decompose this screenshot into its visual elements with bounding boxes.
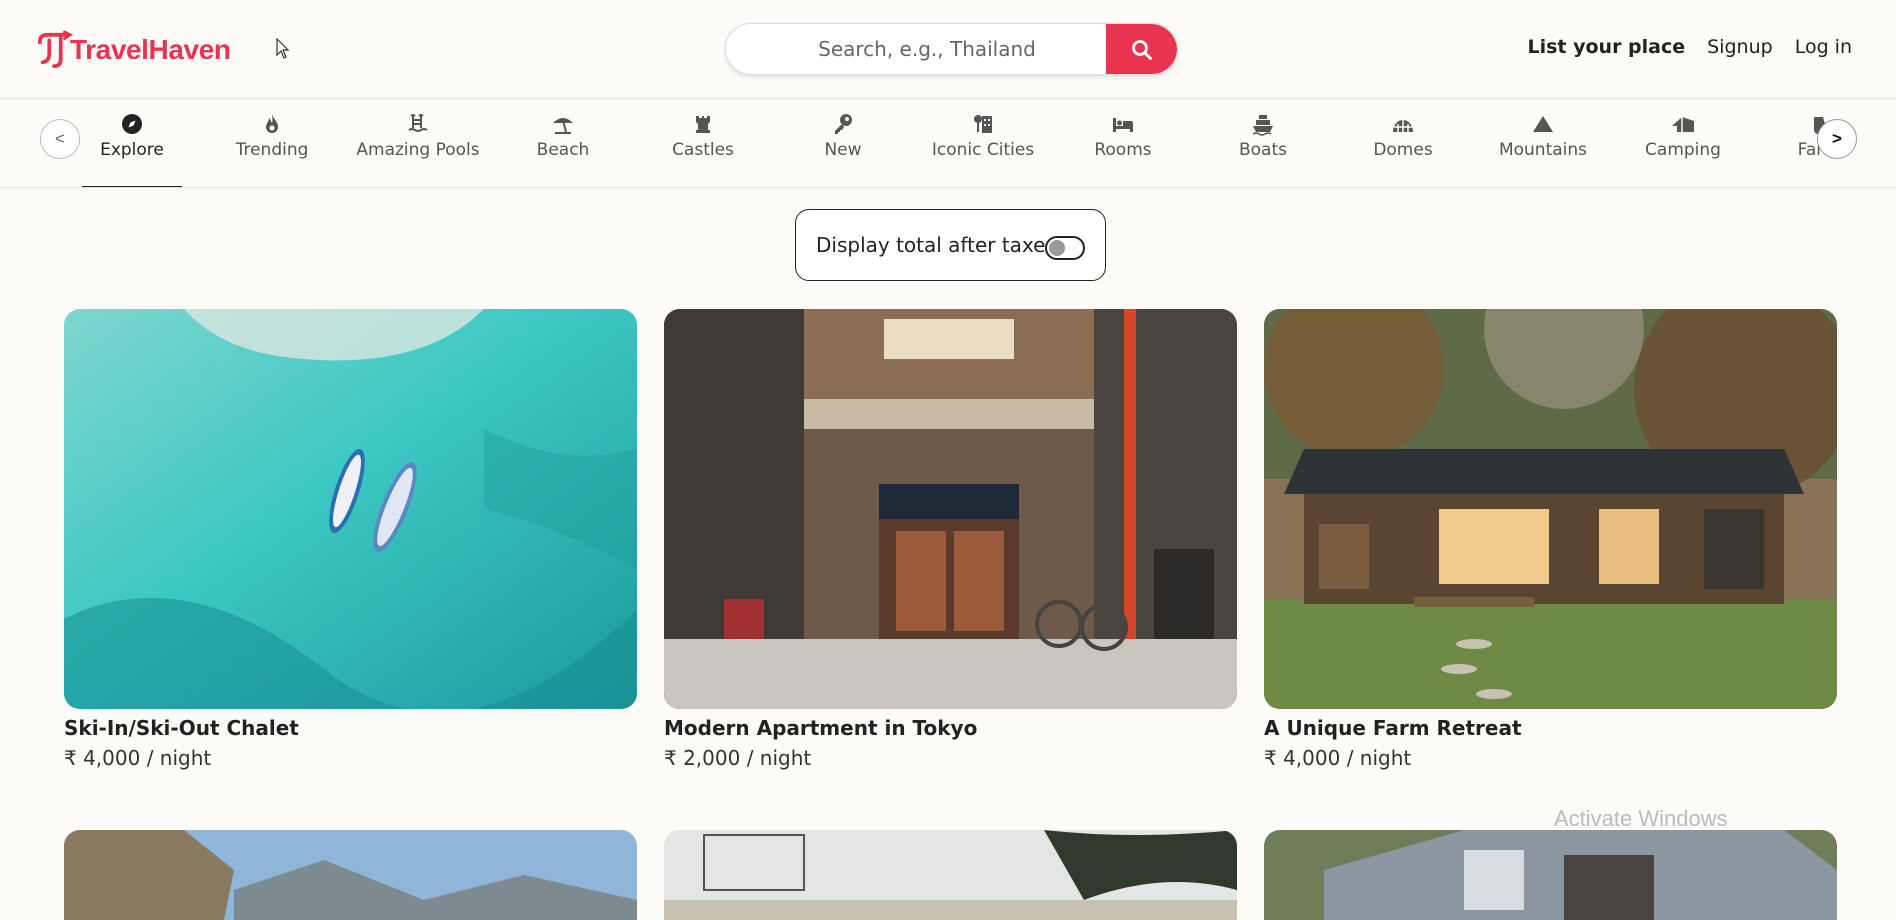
listing-card[interactable]: Modern Apartment in Tokyo ₹ 2,000 / nigh… [664, 309, 1237, 772]
category-explore[interactable]: Explore [62, 112, 202, 187]
listing-photo[interactable] [1264, 309, 1837, 709]
tax-toggle-box: Display total after taxes [795, 209, 1106, 281]
search-button[interactable] [1106, 24, 1177, 74]
beach-volleyball-photo [664, 830, 1237, 920]
listing-card[interactable]: Ski-In/Ski-Out Chalet ₹ 4,000 / night [64, 309, 637, 772]
ship-icon [1252, 115, 1273, 136]
category-trending[interactable]: Trending [202, 112, 342, 187]
pool-icon [408, 114, 428, 132]
windows-activation-watermark: Activate Windows [1554, 806, 1728, 831]
category-iconic-cities[interactable]: Iconic Cities [913, 112, 1053, 187]
flame-icon [266, 114, 278, 133]
mountain-lake-photo [64, 830, 637, 920]
city-icon [974, 115, 992, 133]
category-filter-bar: Explore Trending Amazing Pools Beach Cas… [0, 100, 1896, 188]
logo-mark-icon [37, 30, 74, 69]
category-boats[interactable]: Boats [1193, 112, 1333, 187]
key-icon [835, 114, 852, 134]
search-icon [1131, 40, 1152, 60]
listing-title: Modern Apartment in Tokyo [664, 716, 978, 740]
search-input[interactable] [726, 24, 1108, 74]
mouse-cursor-icon [276, 38, 290, 59]
listing-title: A Unique Farm Retreat [1264, 716, 1522, 740]
castle-icon [696, 116, 710, 133]
umbrella-icon [553, 118, 573, 134]
listing-photo[interactable] [64, 309, 637, 709]
listing-card[interactable] [664, 830, 1237, 920]
aerial-beach-photo [64, 309, 637, 709]
listing-photo[interactable] [664, 830, 1237, 920]
nav-links: List your place Signup Log in [1527, 36, 1852, 58]
villa-photo [1264, 830, 1837, 920]
listing-card[interactable] [64, 830, 637, 920]
category-mountains[interactable]: Mountains [1473, 112, 1613, 187]
tax-toggle-switch[interactable] [1045, 236, 1085, 260]
toggle-knob [1049, 240, 1065, 256]
signup-link[interactable]: Signup [1707, 36, 1773, 58]
category-castles[interactable]: Castles [633, 112, 773, 187]
search-bar [725, 23, 1178, 75]
category-beach[interactable]: Beach [493, 112, 633, 187]
category-rooms[interactable]: Rooms [1053, 112, 1193, 187]
category-new[interactable]: New [773, 112, 913, 187]
category-amazing-pools[interactable]: Amazing Pools [348, 112, 488, 187]
category-camping[interactable]: Camping [1613, 112, 1753, 187]
listing-price: ₹ 4,000 / night [64, 746, 212, 770]
mountain-icon [1533, 116, 1553, 132]
tent-icon [1672, 117, 1694, 132]
listing-price: ₹ 2,000 / night [664, 746, 812, 770]
login-link[interactable]: Log in [1795, 36, 1852, 58]
list-your-place-link[interactable]: List your place [1527, 36, 1685, 58]
listing-card[interactable] [1264, 830, 1837, 920]
brand-logo[interactable]: TravelHaven [36, 28, 231, 72]
farm-cabin-photo [1264, 309, 1837, 709]
bed-icon [1113, 118, 1133, 132]
category-domes[interactable]: Domes [1333, 112, 1473, 187]
dome-icon [1393, 120, 1413, 132]
categories-next-button[interactable]: > [1817, 119, 1857, 159]
brand-name: TravelHaven [70, 34, 231, 65]
top-navbar: TravelHaven List your place Signup Log i… [0, 0, 1896, 99]
listing-title: Ski-In/Ski-Out Chalet [64, 716, 299, 740]
listing-photo[interactable] [1264, 830, 1837, 920]
tax-toggle-label: Display total after taxes [816, 233, 1056, 257]
compass-icon [122, 114, 142, 134]
listing-card[interactable]: A Unique Farm Retreat ₹ 4,000 / night [1264, 309, 1837, 772]
tokyo-shopfront-photo [664, 309, 1237, 709]
categories-prev-button[interactable]: < [40, 119, 80, 159]
listing-photo[interactable] [64, 830, 637, 920]
listing-price: ₹ 4,000 / night [1264, 746, 1412, 770]
listing-photo[interactable] [664, 309, 1237, 709]
